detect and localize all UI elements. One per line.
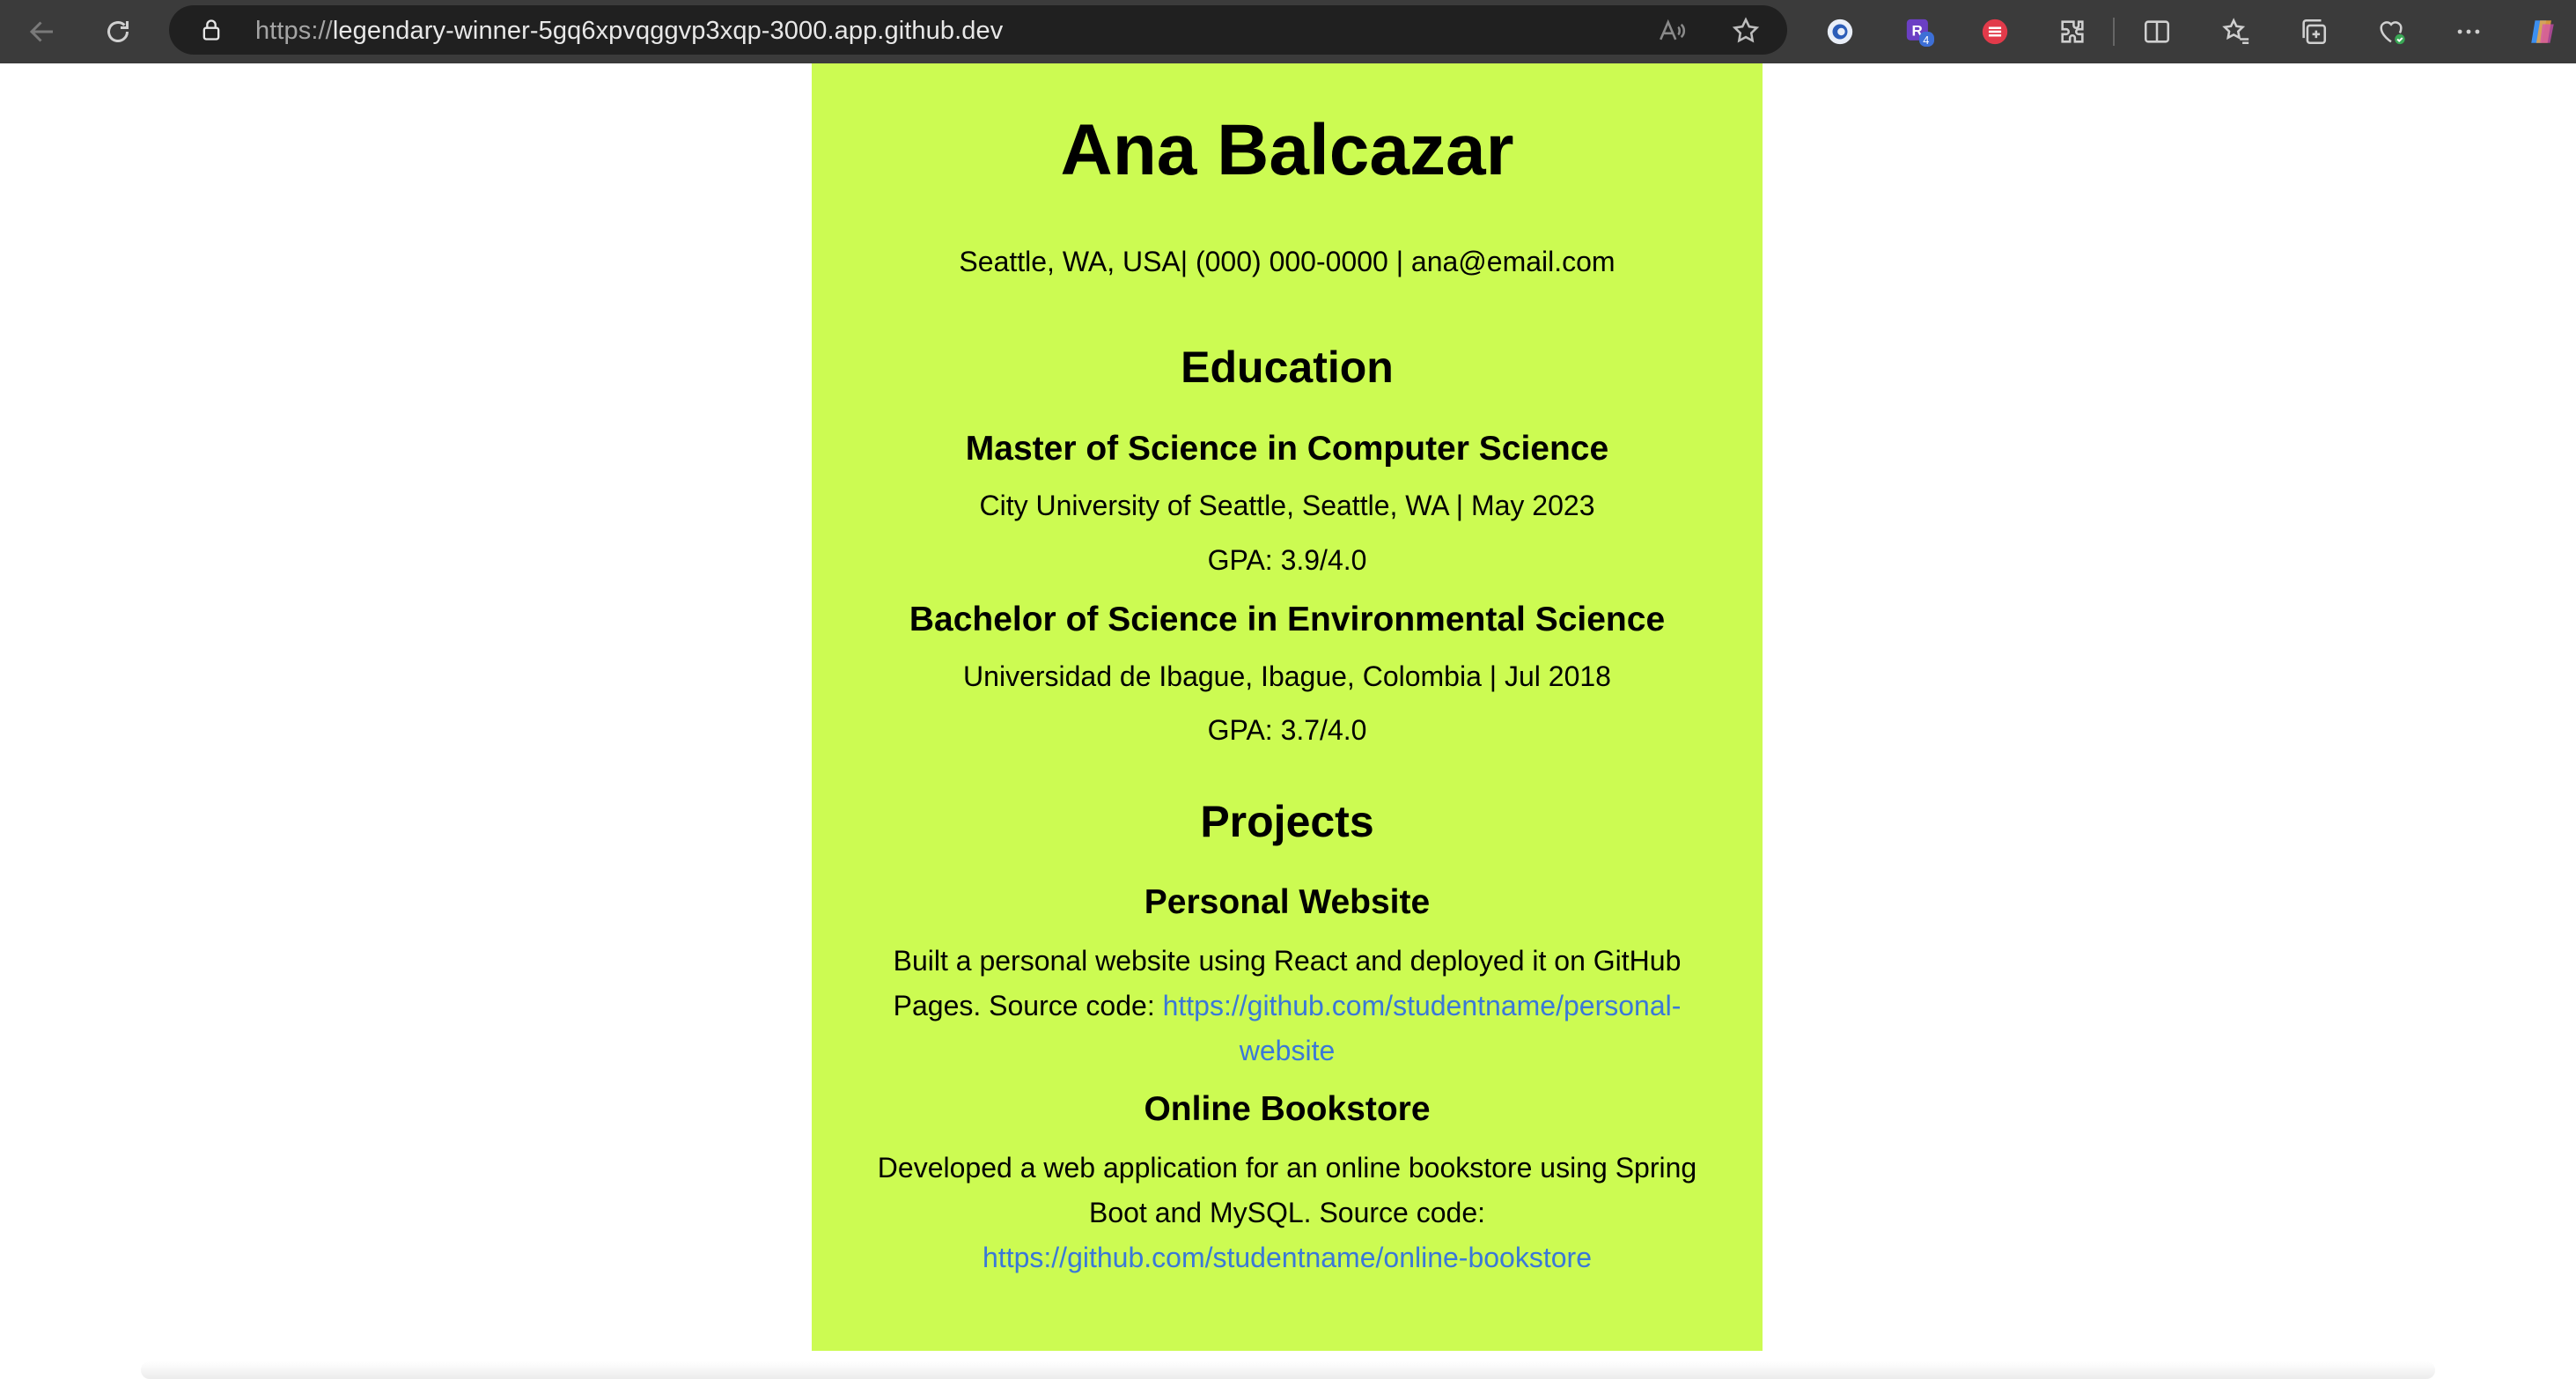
degree-gpa: GPA: 3.9/4.0 [1207, 544, 1367, 576]
lock-icon [202, 19, 220, 41]
extensions-button[interactable] [2053, 12, 2092, 51]
project-source-link[interactable]: https://github.com/studentname/personal- [1163, 990, 1682, 1021]
project-description: Built a personal website using React and… [865, 939, 1710, 1073]
extension-3-icon [1982, 18, 2008, 45]
page-bottom-edge [141, 1361, 2435, 1379]
project-description: Developed a web application for an onlin… [865, 1146, 1710, 1280]
split-screen-button[interactable] [2138, 12, 2176, 51]
address-bar[interactable]: https://legendary-winner-5gq6xpvqggvp3xq… [169, 5, 1787, 55]
copilot-button[interactable] [2523, 12, 2562, 51]
favorite-star-icon[interactable] [1731, 16, 1761, 46]
page-viewport: Ana Balcazar Seattle, WA, USA| (000) 000… [0, 63, 2576, 1379]
project-description-line: Developed a web application for an onlin… [877, 1152, 1697, 1184]
projects-heading: Projects [1200, 797, 1374, 846]
project-source-link-continued[interactable]: website [1240, 1035, 1336, 1066]
project-description-line: Boot and MySQL. Source code: [1088, 1197, 1486, 1228]
extension-1-icon [1827, 18, 1853, 45]
project-title: Personal Website [1144, 883, 1431, 921]
split-screen-icon [2144, 20, 2170, 43]
refresh-icon [107, 21, 129, 42]
extension-2-badge-count: 4 [1923, 33, 1929, 47]
degree-title: Bachelor of Science in Environmental Sci… [909, 601, 1666, 638]
url-text[interactable]: https://legendary-winner-5gq6xpvqggvp3xq… [255, 17, 1003, 46]
toolbar-divider [2113, 18, 2115, 46]
collections-icon [2302, 18, 2327, 45]
browser-toolbar: https://legendary-winner-5gq6xpvqggvp3xq… [0, 0, 2576, 63]
project-title: Online Bookstore [1144, 1090, 1431, 1128]
collections-button[interactable] [2294, 12, 2333, 51]
url-host: legendary-winner-5gq6xpvqggvp3xqp-3000.a… [332, 17, 1004, 45]
extension-1-button[interactable] [1821, 12, 1859, 51]
copilot-icon [2531, 20, 2554, 43]
degree-school: Universidad de Ibague, Ibague, Colombia … [963, 660, 1611, 692]
degree-title: Master of Science in Computer Science [965, 430, 1609, 468]
read-aloud-icon[interactable] [1657, 16, 1687, 46]
degree-school: City University of Seattle, Seattle, WA … [979, 490, 1595, 521]
extension-3-button[interactable] [1976, 12, 2014, 51]
contact-info: Seattle, WA, USA| (000) 000-0000 | ana@e… [959, 246, 1616, 277]
back-arrow-icon [29, 21, 53, 42]
degree-gpa: GPA: 3.7/4.0 [1207, 714, 1367, 746]
resume-card: Ana Balcazar Seattle, WA, USA| (000) 000… [812, 63, 1763, 1351]
browser-essentials-button[interactable] [2372, 12, 2410, 51]
favorites-button[interactable] [2217, 12, 2256, 51]
more-button[interactable] [2449, 12, 2488, 51]
browser-essentials-icon [2380, 21, 2405, 45]
url-scheme: https:// [255, 17, 333, 45]
project-description-line: Built a personal website using React and… [893, 945, 1682, 977]
more-icon [2457, 29, 2480, 34]
project-source-link[interactable]: https://github.com/studentname/online-bo… [983, 1242, 1592, 1273]
back-button[interactable] [21, 11, 63, 53]
education-heading: Education [1181, 343, 1394, 392]
extension-2-icon: R4 [1906, 18, 1934, 47]
favorites-icon [2222, 18, 2249, 45]
resume-name: Ana Balcazar [1060, 110, 1514, 190]
extension-2-button[interactable]: R4 [1900, 12, 1939, 51]
project-description-line: Pages. Source code: [893, 990, 1163, 1021]
refresh-button[interactable] [97, 11, 139, 53]
extensions-icon [2061, 20, 2084, 43]
